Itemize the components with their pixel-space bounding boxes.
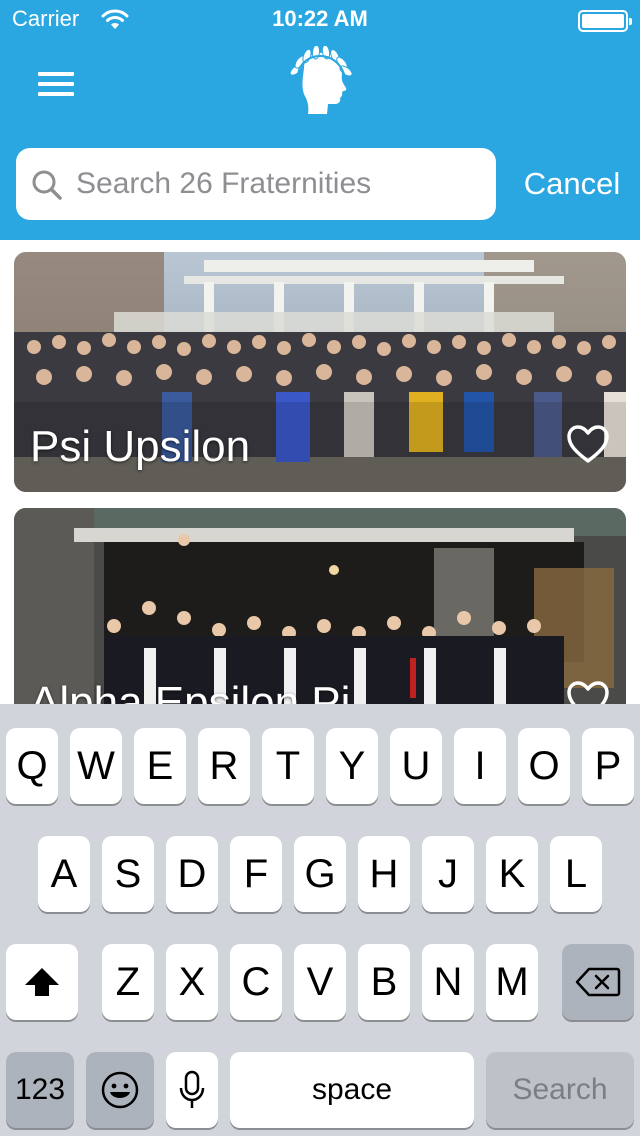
key-m[interactable]: M xyxy=(486,944,538,1020)
emoji-smiley-icon xyxy=(101,1071,139,1109)
search-icon xyxy=(32,170,62,200)
key-b[interactable]: B xyxy=(358,944,410,1020)
onscreen-keyboard: Q W E R T Y U I O P A S D F G H J K L Z … xyxy=(0,704,640,1136)
key-o[interactable]: O xyxy=(518,728,570,804)
key-x[interactable]: X xyxy=(166,944,218,1020)
emoji-key[interactable] xyxy=(86,1052,154,1128)
status-time: 10:22 AM xyxy=(272,6,368,31)
key-f[interactable]: F xyxy=(230,836,282,912)
key-s[interactable]: S xyxy=(102,836,154,912)
hamburger-menu-button[interactable] xyxy=(30,66,82,102)
numbers-key[interactable]: 123 xyxy=(6,1052,74,1128)
key-n[interactable]: N xyxy=(422,944,474,1020)
app-header: Carrier 10:22 AM Search 26 Fraternities … xyxy=(0,0,640,240)
space-key[interactable]: space xyxy=(230,1052,474,1128)
key-r[interactable]: R xyxy=(198,728,250,804)
key-i[interactable]: I xyxy=(454,728,506,804)
key-e[interactable]: E xyxy=(134,728,186,804)
search-input[interactable] xyxy=(76,148,486,220)
search-key[interactable]: Search xyxy=(486,1052,634,1128)
key-u[interactable]: U xyxy=(390,728,442,804)
fraternity-card[interactable]: Alpha Epsilon Pi xyxy=(14,508,626,706)
key-c[interactable]: C xyxy=(230,944,282,1020)
group-photo xyxy=(14,508,626,706)
key-h[interactable]: H xyxy=(358,836,410,912)
shift-key[interactable] xyxy=(6,944,78,1020)
status-bar: Carrier 10:22 AM xyxy=(0,0,640,40)
dictation-key[interactable] xyxy=(166,1052,218,1128)
delete-key[interactable] xyxy=(562,944,634,1020)
microphone-icon xyxy=(179,1070,205,1108)
key-q[interactable]: Q xyxy=(6,728,58,804)
key-v[interactable]: V xyxy=(294,944,346,1020)
cancel-button[interactable]: Cancel xyxy=(512,160,632,208)
key-k[interactable]: K xyxy=(486,836,538,912)
search-bar xyxy=(16,148,496,220)
key-p[interactable]: P xyxy=(582,728,634,804)
fraternity-name: Alpha Epsilon Pi xyxy=(30,678,351,706)
key-y[interactable]: Y xyxy=(326,728,378,804)
fraternity-card[interactable]: Psi Upsilon xyxy=(14,252,626,492)
laurel-head-logo-icon xyxy=(289,46,353,114)
backspace-icon xyxy=(575,967,621,997)
fraternity-name: Psi Upsilon xyxy=(30,422,251,471)
key-a[interactable]: A xyxy=(38,836,90,912)
key-t[interactable]: T xyxy=(262,728,314,804)
key-j[interactable]: J xyxy=(422,836,474,912)
shift-arrow-icon xyxy=(25,968,59,996)
favorite-heart-icon[interactable] xyxy=(566,424,610,464)
key-g[interactable]: G xyxy=(294,836,346,912)
favorite-heart-icon[interactable] xyxy=(566,680,610,706)
key-l[interactable]: L xyxy=(550,836,602,912)
key-d[interactable]: D xyxy=(166,836,218,912)
key-z[interactable]: Z xyxy=(102,944,154,1020)
battery-icon xyxy=(578,10,632,32)
key-w[interactable]: W xyxy=(70,728,122,804)
fraternity-list[interactable]: Psi Upsilon Alpha Epsilon Pi xyxy=(0,240,640,706)
